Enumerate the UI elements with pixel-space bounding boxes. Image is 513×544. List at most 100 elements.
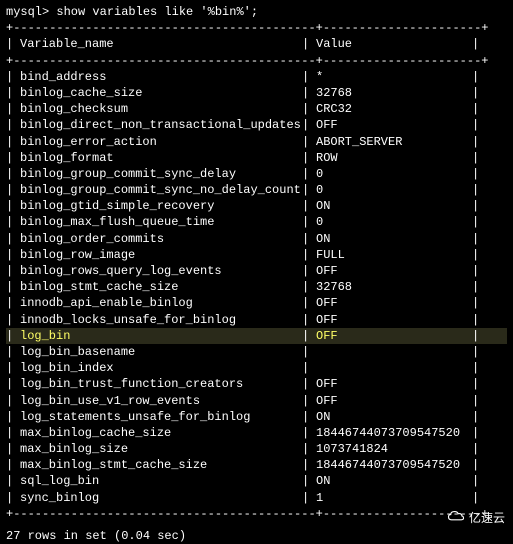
pipe-char: | — [6, 263, 16, 279]
table-row: |binlog_group_commit_sync_delay|0| — [6, 166, 507, 182]
variable-value-cell: OFF — [312, 295, 472, 311]
pipe-char: | — [302, 376, 312, 392]
pipe-char: | — [302, 312, 312, 328]
pipe-char: | — [6, 247, 16, 263]
variable-value-cell: 18446744073709547520 — [312, 425, 472, 441]
pipe-char: | — [302, 344, 312, 360]
pipe-char: | — [6, 441, 16, 457]
table-row: |max_binlog_cache_size|18446744073709547… — [6, 425, 507, 441]
table-row: |binlog_direct_non_transactional_updates… — [6, 117, 507, 133]
table-border-mid: +---------------------------------------… — [6, 53, 507, 69]
variable-value-cell: 0 — [312, 182, 472, 198]
table-row: |sync_binlog|1| — [6, 490, 507, 506]
cloud-icon — [447, 510, 465, 526]
variable-value-cell: ON — [312, 231, 472, 247]
pipe-char: | — [302, 360, 312, 376]
table-row: |binlog_format|ROW| — [6, 150, 507, 166]
variable-value-cell — [312, 360, 472, 376]
pipe-char: | — [6, 360, 16, 376]
pipe-char: | — [472, 117, 482, 133]
variable-name-cell: log_bin_use_v1_row_events — [16, 393, 302, 409]
pipe-char: | — [6, 409, 16, 425]
pipe-char: | — [472, 409, 482, 425]
pipe-char: | — [472, 101, 482, 117]
variable-value-cell: ON — [312, 409, 472, 425]
pipe-char: | — [302, 263, 312, 279]
table-row: |max_binlog_stmt_cache_size|184467440737… — [6, 457, 507, 473]
header-col-name: Variable_name — [16, 36, 302, 52]
variable-name-cell: binlog_rows_query_log_events — [16, 263, 302, 279]
table-row: |binlog_rows_query_log_events|OFF| — [6, 263, 507, 279]
pipe-char: | — [302, 166, 312, 182]
pipe-char: | — [6, 295, 16, 311]
table-row: |binlog_group_commit_sync_no_delay_count… — [6, 182, 507, 198]
pipe-char: | — [302, 393, 312, 409]
table-row: |log_bin_use_v1_row_events|OFF| — [6, 393, 507, 409]
pipe-char: | — [472, 457, 482, 473]
table-row: |binlog_order_commits|ON| — [6, 231, 507, 247]
variable-value-cell: ROW — [312, 150, 472, 166]
pipe-char: | — [472, 425, 482, 441]
variable-name-cell: log_bin_basename — [16, 344, 302, 360]
pipe-char: | — [302, 490, 312, 506]
pipe-char: | — [6, 214, 16, 230]
table-row: |binlog_gtid_simple_recovery|ON| — [6, 198, 507, 214]
variable-name-cell: binlog_direct_non_transactional_updates — [16, 117, 302, 133]
pipe-char: | — [302, 117, 312, 133]
variable-name-cell: log_bin_trust_function_creators — [16, 376, 302, 392]
pipe-char: | — [6, 473, 16, 489]
table-body: |bind_address|*||binlog_cache_size|32768… — [6, 69, 507, 506]
pipe-char: | — [472, 360, 482, 376]
table-row: |log_bin_basename|| — [6, 344, 507, 360]
variable-value-cell: 18446744073709547520 — [312, 457, 472, 473]
pipe-char: | — [302, 134, 312, 150]
pipe-char: | — [302, 36, 312, 52]
pipe-char: | — [472, 441, 482, 457]
variable-name-cell: binlog_order_commits — [16, 231, 302, 247]
variable-value-cell: 0 — [312, 214, 472, 230]
variable-name-cell: sync_binlog — [16, 490, 302, 506]
variable-name-cell: max_binlog_cache_size — [16, 425, 302, 441]
pipe-char: | — [302, 247, 312, 263]
variable-name-cell: innodb_locks_unsafe_for_binlog — [16, 312, 302, 328]
table-row: |bind_address|*| — [6, 69, 507, 85]
pipe-char: | — [6, 85, 16, 101]
pipe-char: | — [302, 279, 312, 295]
pipe-char: | — [472, 263, 482, 279]
pipe-char: | — [472, 85, 482, 101]
variable-value-cell: ABORT_SERVER — [312, 134, 472, 150]
pipe-char: | — [472, 393, 482, 409]
pipe-char: | — [472, 36, 482, 52]
table-row: |binlog_max_flush_queue_time|0| — [6, 214, 507, 230]
pipe-char: | — [6, 344, 16, 360]
pipe-char: | — [6, 425, 16, 441]
variable-value-cell: * — [312, 69, 472, 85]
watermark: 亿速云 — [447, 510, 505, 526]
pipe-char: | — [472, 312, 482, 328]
pipe-char: | — [302, 198, 312, 214]
variable-value-cell: 1 — [312, 490, 472, 506]
pipe-char: | — [472, 214, 482, 230]
variable-value-cell: OFF — [312, 263, 472, 279]
pipe-char: | — [302, 182, 312, 198]
pipe-char: | — [472, 150, 482, 166]
variable-value-cell: 32768 — [312, 85, 472, 101]
pipe-char: | — [302, 231, 312, 247]
pipe-char: | — [472, 69, 482, 85]
pipe-char: | — [6, 36, 16, 52]
variable-name-cell: log_bin — [16, 328, 302, 344]
pipe-char: | — [472, 166, 482, 182]
variable-value-cell: ON — [312, 198, 472, 214]
pipe-char: | — [6, 150, 16, 166]
table-row: |sql_log_bin|ON| — [6, 473, 507, 489]
variable-name-cell: binlog_cache_size — [16, 85, 302, 101]
variable-value-cell: OFF — [312, 328, 472, 344]
variable-value-cell: OFF — [312, 117, 472, 133]
variable-value-cell: OFF — [312, 376, 472, 392]
pipe-char: | — [6, 376, 16, 392]
pipe-char: | — [6, 312, 16, 328]
variable-value-cell: OFF — [312, 393, 472, 409]
pipe-char: | — [6, 328, 16, 344]
variable-name-cell: bind_address — [16, 69, 302, 85]
result-footer: 27 rows in set (0.04 sec) — [6, 528, 507, 544]
